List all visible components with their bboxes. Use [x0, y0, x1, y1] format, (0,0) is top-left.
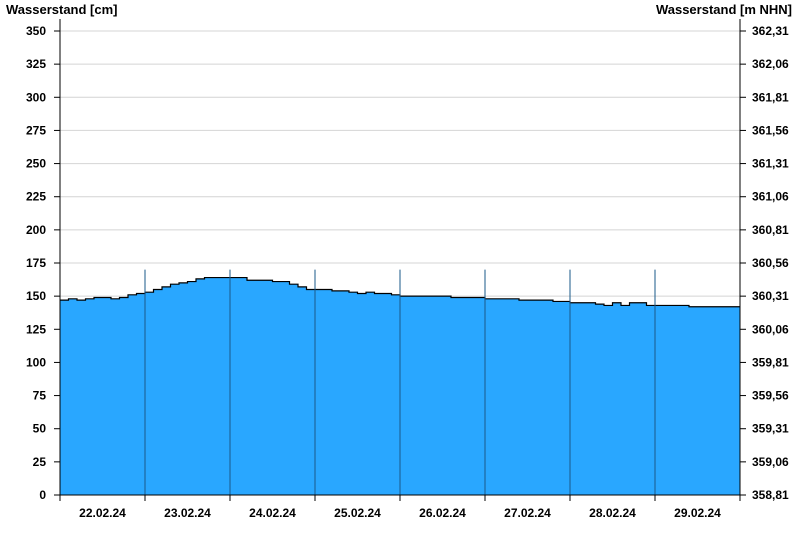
x-tick-label: 23.02.24 [164, 506, 211, 520]
x-tick-label: 27.02.24 [504, 506, 551, 520]
water-level-chart: Wasserstand [cm] Wasserstand [m NHN] 0 25… [6, 2, 792, 520]
left-tick-label: 325 [26, 57, 46, 71]
x-tick-label: 24.02.24 [249, 506, 296, 520]
right-tick-label: 361,06 [752, 190, 789, 204]
left-tick-label: 250 [26, 157, 46, 171]
right-tick-label: 361,31 [752, 157, 789, 171]
right-tick-label: 361,56 [752, 123, 789, 137]
right-tick-label: 359,56 [752, 389, 789, 403]
x-tick-label: 22.02.24 [79, 506, 126, 520]
right-tick-label: 360,56 [752, 256, 789, 270]
right-tick-label: 362,31 [752, 24, 789, 38]
left-tick-label: 350 [26, 24, 46, 38]
right-axis-ticks: 358,81 359,06 359,31 359,56 359,81 360,06 360,… [740, 24, 789, 502]
left-tick-label: 225 [26, 190, 46, 204]
x-tick-label: 26.02.24 [419, 506, 466, 520]
left-tick-label: 100 [26, 355, 46, 369]
right-tick-label: 360,81 [752, 223, 789, 237]
right-tick-label: 361,81 [752, 90, 789, 104]
x-axis-ticks: 22.02.24 23.02.24 24.02.24 25.02.24 26.02.24… [59, 495, 741, 520]
right-tick-label: 359,06 [752, 455, 789, 469]
left-axis-ticks: 0 25 50 75 100 125 150 175 200 225 250 275 300 325 350 [26, 24, 60, 502]
left-tick-label: 200 [26, 223, 46, 237]
x-tick-label: 28.02.24 [589, 506, 636, 520]
right-tick-label: 362,06 [752, 57, 789, 71]
left-tick-label: 275 [26, 123, 46, 137]
left-tick-label: 150 [26, 289, 46, 303]
left-tick-label: 25 [33, 455, 47, 469]
x-tick-label: 25.02.24 [334, 506, 381, 520]
left-tick-label: 300 [26, 90, 46, 104]
right-tick-label: 358,81 [752, 488, 789, 502]
x-tick-label: 29.02.24 [674, 506, 721, 520]
left-tick-label: 0 [39, 488, 46, 502]
right-tick-label: 359,81 [752, 355, 789, 369]
left-tick-label: 175 [26, 256, 46, 270]
left-tick-label: 75 [33, 389, 47, 403]
left-tick-label: 50 [33, 422, 47, 436]
left-axis-title: Wasserstand [cm] [6, 2, 118, 17]
left-tick-label: 125 [26, 322, 46, 336]
right-tick-label: 360,06 [752, 322, 789, 336]
right-tick-label: 360,31 [752, 289, 789, 303]
right-axis-title: Wasserstand [m NHN] [656, 2, 792, 17]
right-tick-label: 359,31 [752, 422, 789, 436]
